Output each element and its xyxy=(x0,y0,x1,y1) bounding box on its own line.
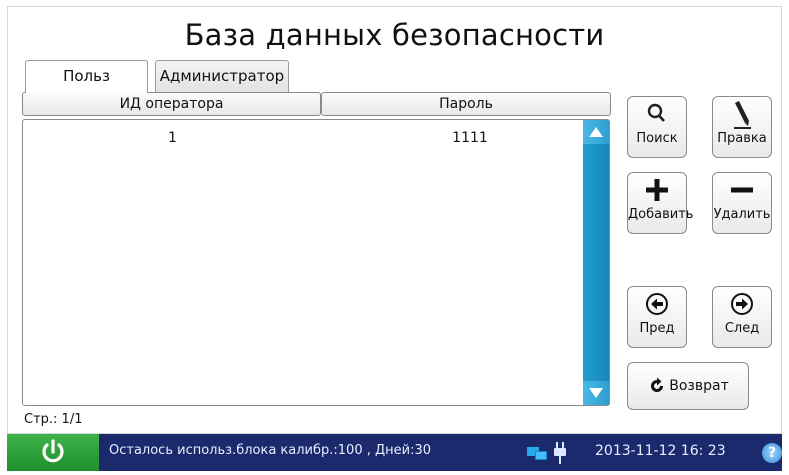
edit-label: Правка xyxy=(717,131,767,146)
status-bar: Осталось использ.блока калибр.:100 , Дне… xyxy=(7,434,782,471)
delete-label: Удалить xyxy=(713,207,771,222)
calibration-status-text: Осталось использ.блока калибр.:100 , Дне… xyxy=(109,443,432,458)
table-body: 1 1111 xyxy=(22,119,610,406)
cell-password: 1111 xyxy=(452,130,488,146)
back-label: Возврат xyxy=(669,378,729,394)
page-indicator: Стр.: 1/1 xyxy=(24,412,83,427)
table-row[interactable]: 1 1111 xyxy=(23,130,583,150)
plug-icon xyxy=(554,442,566,464)
network-icon xyxy=(527,447,547,460)
datetime-display: 2013-11-12 16: 23 xyxy=(595,443,726,459)
page-title: База данных безопасности xyxy=(184,18,605,52)
prev-button[interactable]: Пред xyxy=(627,286,687,348)
cell-operator-id: 1 xyxy=(168,130,177,146)
edit-button[interactable]: Правка xyxy=(712,96,772,158)
column-header-operator-id[interactable]: ИД оператора xyxy=(22,92,321,116)
scroll-down-button[interactable] xyxy=(583,381,609,405)
pencil-icon xyxy=(713,101,771,131)
column-header-password[interactable]: Пароль xyxy=(321,92,611,116)
triangle-down-icon xyxy=(589,388,603,398)
add-button[interactable]: Добавить xyxy=(627,172,694,234)
delete-button[interactable]: Удалить xyxy=(712,172,772,234)
triangle-up-icon xyxy=(589,127,603,137)
help-icon[interactable]: ? xyxy=(762,443,782,463)
prev-label: Пред xyxy=(639,321,675,336)
tab-users[interactable]: Польз xyxy=(25,60,148,93)
search-button[interactable]: Поиск xyxy=(627,96,687,158)
vertical-scrollbar[interactable] xyxy=(583,120,609,405)
power-icon xyxy=(42,439,64,463)
plus-icon xyxy=(628,177,686,207)
tab-administrator[interactable]: Администратор xyxy=(155,60,289,92)
search-label: Поиск xyxy=(636,131,678,146)
next-button[interactable]: След xyxy=(712,286,772,348)
power-button[interactable] xyxy=(7,434,99,471)
arrow-left-circle-icon xyxy=(628,291,686,321)
back-button[interactable]: Возврат xyxy=(627,362,749,410)
minus-icon xyxy=(713,177,771,207)
magnifier-icon xyxy=(628,101,686,131)
next-label: След xyxy=(724,321,760,336)
arrow-right-circle-icon xyxy=(713,291,771,321)
scroll-up-button[interactable] xyxy=(583,120,609,144)
return-arrow-icon xyxy=(651,377,664,392)
add-label: Добавить xyxy=(628,207,694,222)
